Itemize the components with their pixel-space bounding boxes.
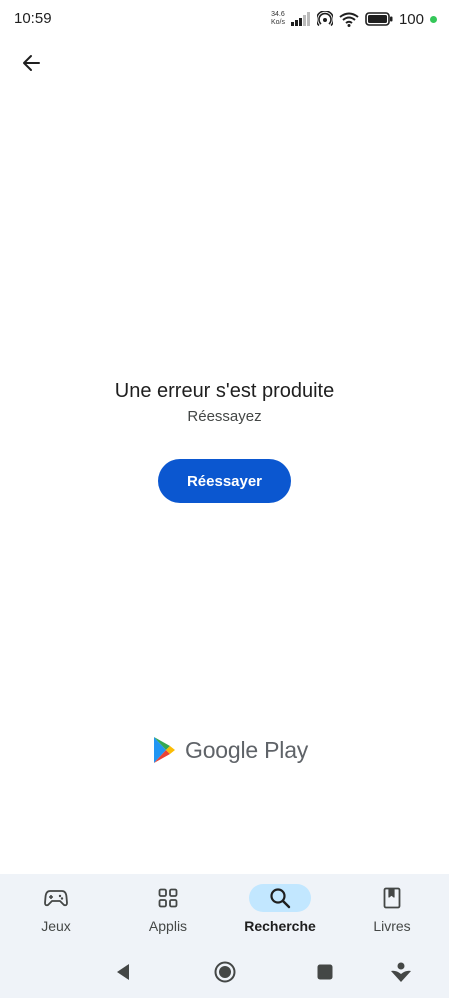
- status-bar: 10:59 34.6 Ko/s 100: [0, 0, 449, 38]
- network-speed-value: 34.6: [271, 11, 285, 18]
- system-navigation: [0, 954, 449, 990]
- status-time: 10:59: [14, 10, 52, 27]
- active-nav-pill: [249, 884, 311, 912]
- nav-label-livres: Livres: [373, 918, 411, 934]
- google-play-wordmark: Google Play: [185, 736, 309, 763]
- search-icon: [270, 888, 291, 909]
- system-recents-button[interactable]: [307, 954, 343, 990]
- book-icon: [383, 887, 401, 909]
- error-title: Une erreur s'est produite: [114, 380, 335, 402]
- hotspot-icon: [316, 11, 333, 27]
- system-assistant-button[interactable]: [383, 954, 419, 990]
- wifi-icon: [339, 12, 359, 27]
- nav-label-recherche: Recherche: [244, 918, 316, 934]
- back-button[interactable]: [14, 46, 48, 80]
- recents-square-icon: [317, 964, 333, 980]
- signal-icon: [290, 12, 310, 26]
- status-icons: 34.6 Ko/s 100: [271, 9, 437, 29]
- battery-icon: [365, 12, 393, 26]
- home-circle-icon: [214, 961, 236, 983]
- apps-grid-icon: [158, 888, 178, 908]
- nav-label-applis: Applis: [148, 918, 188, 934]
- nav-item-recherche[interactable]: Recherche: [224, 884, 336, 948]
- arrow-back-icon: [23, 55, 40, 71]
- network-speed-unit: Ko/s: [270, 19, 285, 26]
- nav-item-livres[interactable]: Livres: [336, 884, 448, 948]
- assistant-icon: [391, 962, 411, 982]
- system-home-button[interactable]: [207, 954, 243, 990]
- gamepad-icon: [44, 890, 68, 907]
- status-dot: [430, 15, 437, 23]
- error-subtitle: Réessayez: [187, 408, 262, 425]
- network-speed: 34.6 Ko/s: [271, 11, 285, 27]
- back-triangle-icon: [117, 964, 129, 980]
- play-store-icon: [154, 737, 175, 763]
- system-back-button[interactable]: [105, 954, 141, 990]
- nav-item-jeux[interactable]: Jeux: [0, 884, 112, 948]
- google-play-logo: Google Play: [152, 734, 308, 766]
- nav-label-jeux: Jeux: [41, 918, 71, 934]
- nav-item-applis[interactable]: Applis: [112, 884, 224, 948]
- battery-level: 100: [398, 10, 424, 28]
- retry-button[interactable]: Réessayer: [158, 459, 291, 503]
